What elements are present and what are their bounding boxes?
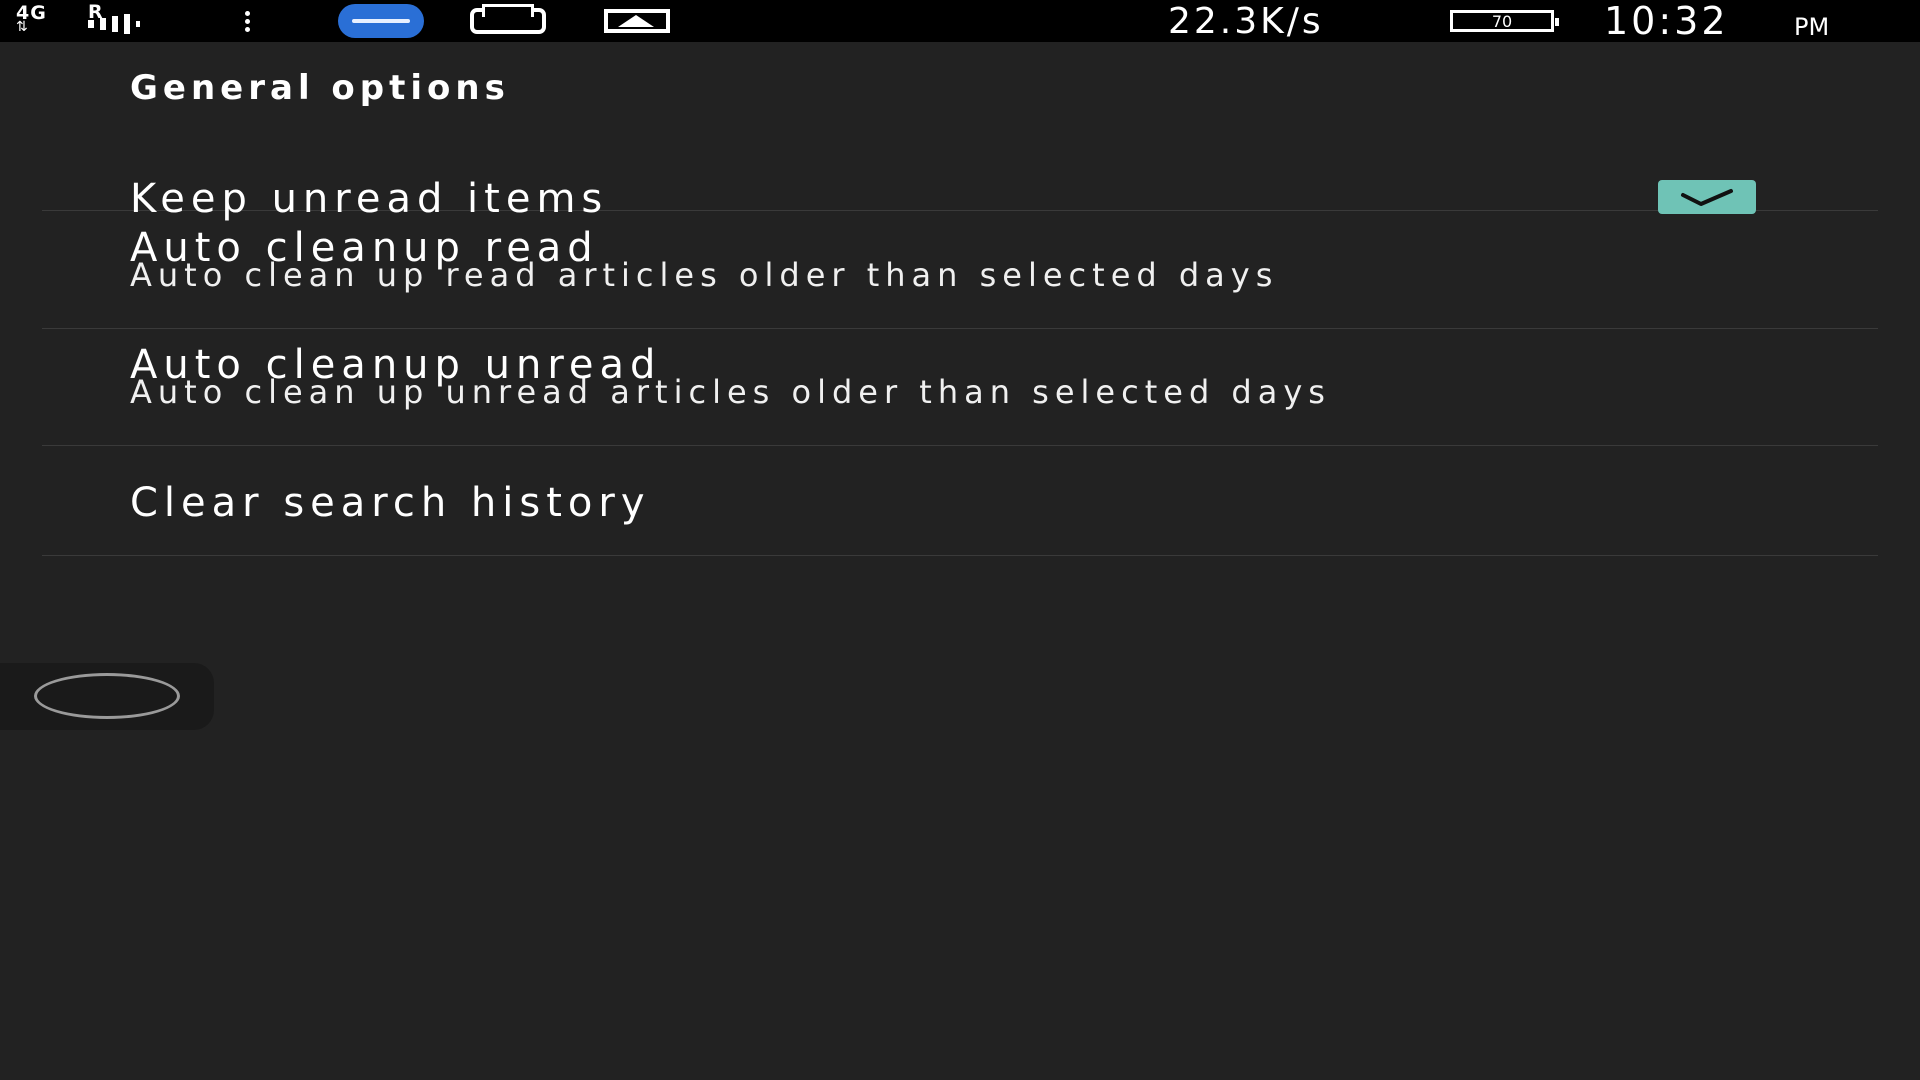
assistive-ring-icon xyxy=(34,673,180,719)
more-vert-icon xyxy=(245,0,250,42)
net-speed: 22.3K/s xyxy=(1168,0,1324,42)
pref-auto-cleanup-read[interactable]: Auto cleanup read Auto clean up read art… xyxy=(42,211,1878,329)
pref-auto-cleanup-unread[interactable]: Auto cleanup unread Auto clean up unread… xyxy=(42,329,1878,446)
pref-summary: Auto clean up unread articles older than… xyxy=(130,373,1331,411)
pref-keep-unread-items[interactable]: Keep unread items xyxy=(42,102,1878,222)
signal-icon xyxy=(88,14,146,34)
checkmark-icon xyxy=(1681,189,1733,206)
status-bar: 4G ⇅ R 22.3K/s 70 10:32 PM xyxy=(0,0,1920,43)
pref-clear-search-history[interactable]: Clear search history xyxy=(42,446,1878,556)
keep-unread-checkbox[interactable] xyxy=(1658,180,1756,214)
floating-assistive-ball[interactable] xyxy=(0,663,214,730)
pref-title: Clear search history xyxy=(130,480,651,526)
clock-ampm: PM xyxy=(1794,13,1830,41)
pref-summary: Auto clean up read articles older than s… xyxy=(130,256,1279,294)
app-s-icon xyxy=(338,4,424,38)
printer-icon xyxy=(470,4,546,34)
battery-icon: 70 xyxy=(1450,10,1559,32)
network-activity-icon: ⇅ xyxy=(16,19,28,35)
gallery-icon xyxy=(604,9,670,33)
clock: 10:32 xyxy=(1604,0,1729,43)
